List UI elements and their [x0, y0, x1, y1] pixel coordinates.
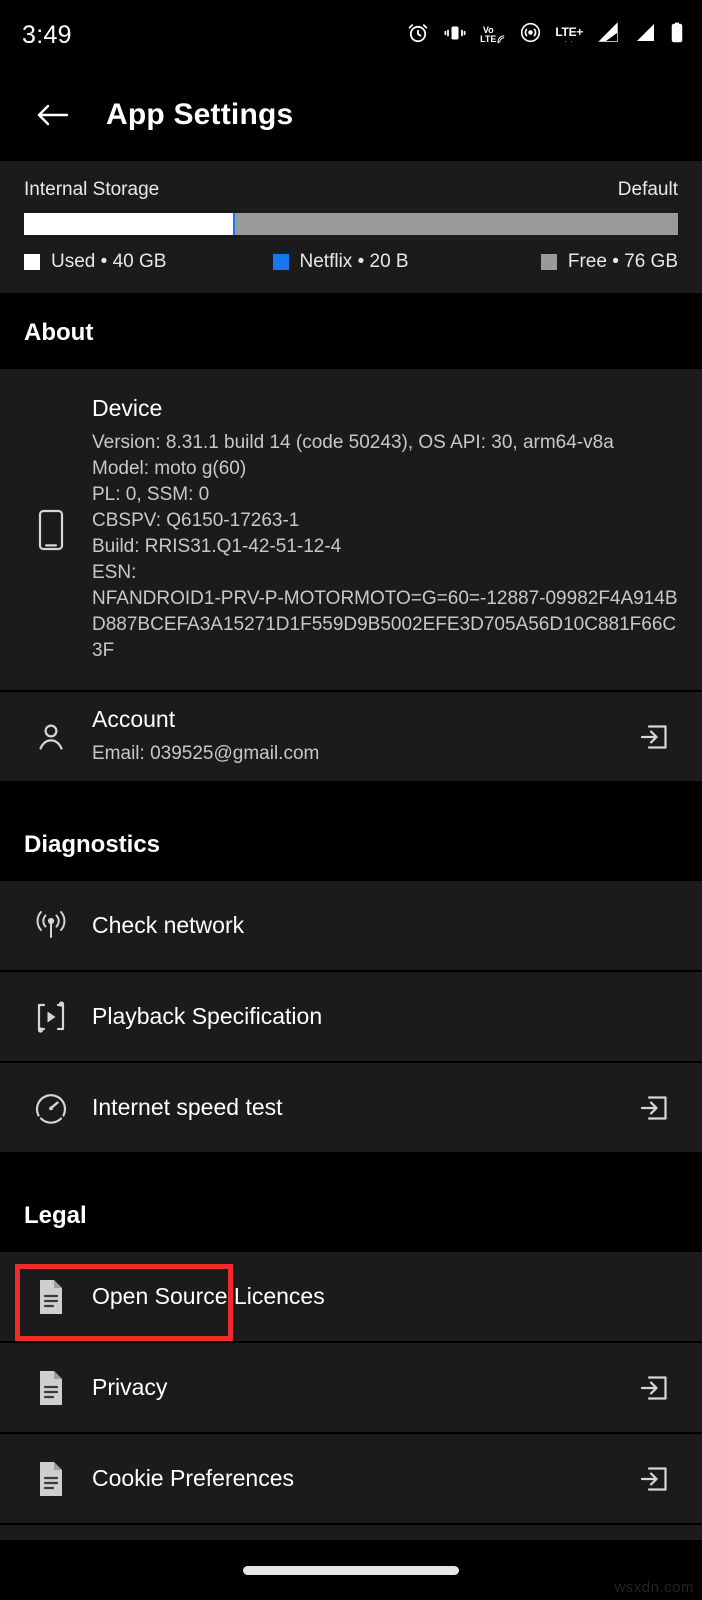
system-nav-bar [0, 1540, 702, 1600]
legend-item-free: Free • 76 GB [540, 251, 678, 273]
document-icon [24, 1278, 78, 1316]
watermark: wsxdn.com [614, 1579, 694, 1596]
smartphone-icon [24, 508, 78, 552]
row-check-network[interactable]: Check network [0, 881, 702, 973]
storage-header: Internal Storage Default [24, 179, 678, 201]
storage-legend: Used • 40 GB Netflix • 20 B Free • 76 GB [24, 251, 678, 273]
row-privacy-title: Privacy [92, 1374, 168, 1401]
device-line-model: Model: moto g(60) [92, 458, 247, 480]
battery-icon [670, 21, 684, 50]
section-rows-about: Device Version: 8.31.1 build 14 (code 50… [0, 369, 702, 784]
legend-label-netflix: Netflix • 20 B [299, 251, 409, 272]
device-line-version: Version: 8.31.1 build 14 (code 50243), O… [92, 432, 614, 453]
app-bar: App Settings [0, 70, 702, 160]
row-account[interactable]: Account Email: 039525@gmail.com [0, 692, 702, 784]
row-cookie-preferences[interactable]: Cookie Preferences [0, 1434, 702, 1526]
row-privacy-body: Privacy [78, 1374, 630, 1401]
legend-item-netflix: Netflix • 20 B [272, 251, 541, 273]
row-cookie-preferences-body: Cookie Preferences [78, 1465, 630, 1492]
hotspot-icon [519, 21, 542, 49]
row-internet-speed-test-body: Internet speed test [78, 1094, 630, 1121]
section-header-diagnostics: Diagnostics [0, 805, 702, 882]
status-icon-group: Vo LTE LTE+ . . [406, 21, 684, 50]
legend-item-used: Used • 40 GB [24, 251, 273, 273]
document-icon [24, 1460, 78, 1498]
person-icon [24, 720, 78, 754]
row-open-source-licences-body: Open Source Licences [78, 1283, 678, 1310]
row-playback-specification-body: Playback Specification [78, 1003, 678, 1030]
row-playback-specification-title: Playback Specification [92, 1003, 323, 1030]
row-privacy[interactable]: Privacy [0, 1343, 702, 1435]
speedometer-icon [24, 1090, 78, 1126]
storage-bar [24, 213, 678, 235]
row-open-source-licences[interactable]: Open Source Licences [0, 1252, 702, 1344]
row-check-network-body: Check network [78, 912, 678, 939]
playback-spec-icon [24, 999, 78, 1035]
legend-swatch-used [24, 254, 40, 270]
section-gap-legal [0, 1154, 702, 1177]
alarm-icon [406, 21, 430, 50]
device-line-esn-label: ESN: [92, 562, 137, 584]
row-internet-speed-test[interactable]: Internet speed test [0, 1063, 702, 1155]
volte-bottom-label: LTE [480, 34, 497, 44]
storage-default-label: Default [617, 179, 678, 200]
row-device-title: Device [92, 395, 163, 421]
row-internet-speed-test-title: Internet speed test [92, 1094, 283, 1121]
broadcast-icon [24, 909, 78, 943]
lte-plus-icon: LTE+ . . [555, 26, 583, 44]
back-button[interactable] [30, 92, 76, 138]
section-gap-diagnostics [0, 783, 702, 806]
section-rows-diagnostics: Check network Playback Specification Int… [0, 881, 702, 1155]
row-open-source-licences-title: Open Source Licences [92, 1283, 325, 1310]
storage-bar-used [24, 213, 234, 235]
vibrate-icon [443, 21, 467, 50]
row-device[interactable]: Device Version: 8.31.1 build 14 (code 50… [0, 369, 702, 693]
row-account-body: Account Email: 039525@gmail.com [78, 706, 630, 767]
device-line-cbspv: CBSPV: Q6150-17263-1 [92, 510, 300, 532]
legend-label-used: Used • 40 GB [51, 251, 167, 272]
row-playback-specification[interactable]: Playback Specification [0, 972, 702, 1064]
signal-2-icon [633, 22, 657, 49]
volte-icon: Vo LTE [480, 26, 506, 44]
row-account-email: Email: 039525@gmail.com [92, 743, 320, 765]
page-title: App Settings [106, 98, 294, 131]
legend-swatch-free [540, 254, 557, 270]
section-header-legal: Legal [0, 1176, 702, 1253]
home-indicator[interactable] [243, 1565, 459, 1575]
document-icon [24, 1369, 78, 1407]
status-clock: 3:49 [22, 20, 72, 49]
open-external-icon[interactable] [630, 1371, 678, 1405]
device-line-pl-ssm: PL: 0, SSM: 0 [92, 484, 210, 506]
storage-label: Internal Storage [24, 179, 160, 200]
device-line-esn-value: NFANDROID1-PRV-P-MOTORMOTO=G=60=-12887-0… [92, 588, 678, 662]
open-external-icon[interactable] [630, 720, 678, 754]
legend-swatch-netflix [272, 254, 289, 270]
status-bar: 3:49 Vo LTE LTE+ . . [0, 0, 702, 70]
legend-label-free: Free • 76 GB [567, 251, 678, 272]
app-settings-screen: 3:49 Vo LTE LTE+ . . App Settings Intern… [0, 0, 702, 1600]
row-cookie-preferences-title: Cookie Preferences [92, 1465, 294, 1492]
device-line-build: Build: RRIS31.Q1-42-51-12-4 [92, 536, 342, 558]
row-check-network-title: Check network [92, 912, 245, 939]
open-external-icon[interactable] [630, 1462, 678, 1496]
row-account-title: Account [92, 706, 176, 733]
open-external-icon[interactable] [630, 1091, 678, 1125]
storage-bar-app [233, 213, 236, 235]
internal-storage-panel: Internal Storage Default Used • 40 GB Ne… [0, 160, 702, 293]
signal-1-icon [596, 21, 620, 49]
section-header-about: About [0, 293, 702, 369]
row-device-body: Device Version: 8.31.1 build 14 (code 50… [78, 395, 678, 664]
